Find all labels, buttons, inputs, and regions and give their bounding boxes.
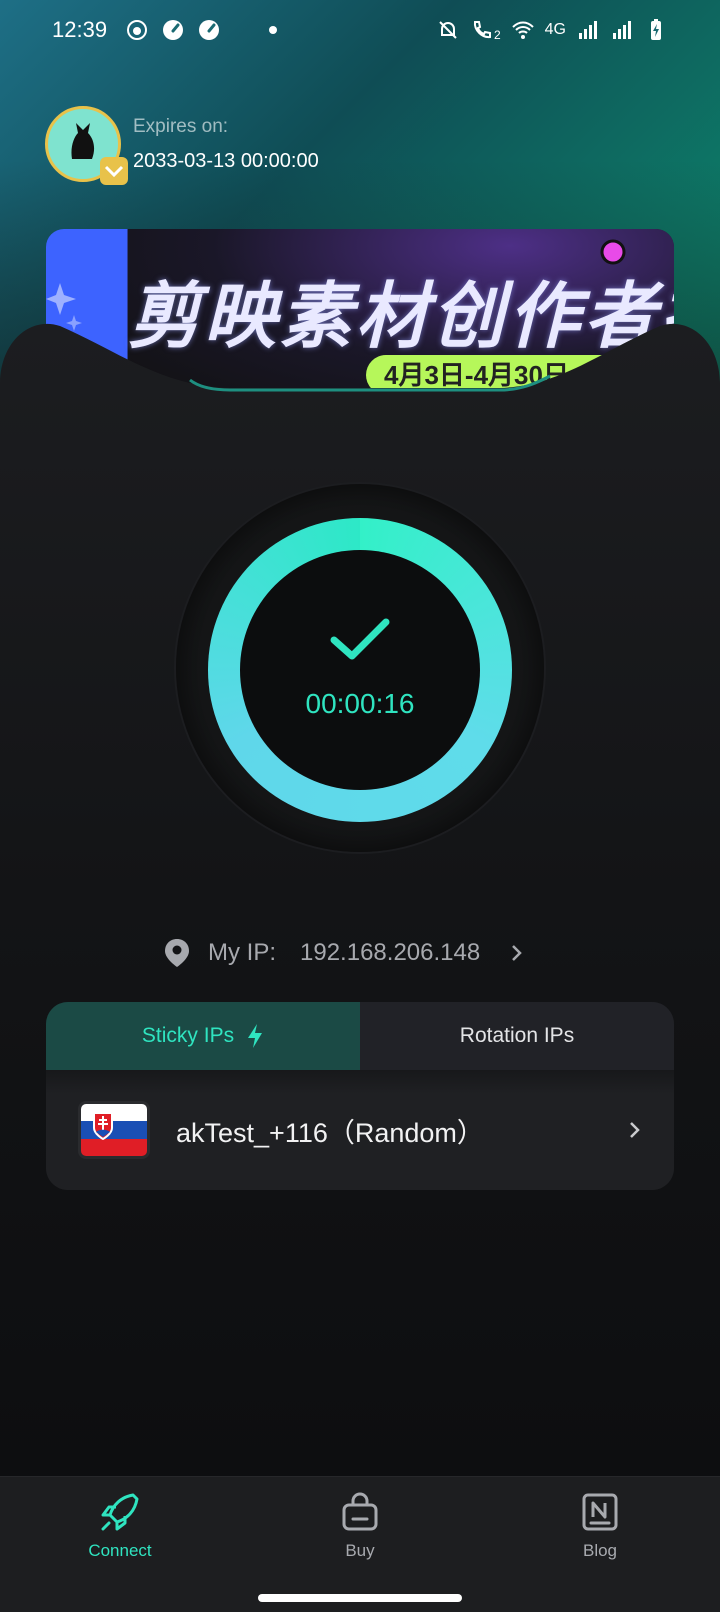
orbit-dot-icon <box>600 239 626 265</box>
signal-icon <box>579 21 597 39</box>
tab-sticky-ips-label: Sticky IPs <box>141 1024 235 1047</box>
call-wifi-icon <box>473 21 491 39</box>
shopping-bag-icon <box>342 1492 378 1531</box>
avatar[interactable] <box>45 106 128 185</box>
home-indicator[interactable] <box>258 1594 462 1602</box>
server-selector[interactable]: akTest_+116（Random） <box>46 1070 674 1190</box>
sim-badge: 2 <box>493 28 501 42</box>
battery-charging-icon <box>651 19 661 40</box>
nav-connect[interactable]: Connect <box>0 1477 240 1612</box>
location-pin-icon <box>165 939 189 967</box>
connection-timer: 00:00:16 <box>305 688 415 719</box>
ip-selection-panel: Sticky IPs Rotation IPs akTest_+116（Rand… <box>46 1002 674 1190</box>
expires-date: 2033-03-13 00:00:00 <box>133 149 319 172</box>
wifi-icon <box>511 21 534 39</box>
nav-buy-label: Buy <box>345 1541 375 1560</box>
chevron-right-icon <box>512 945 522 961</box>
my-ip-row[interactable]: My IP: 192.168.206.148 <box>164 938 524 968</box>
signal-icon-2 <box>613 21 631 39</box>
my-ip-label: My IP: <box>208 939 277 966</box>
network-type: 4G <box>544 21 566 38</box>
tab-rotation-ips-label: Rotation IPs <box>459 1024 575 1047</box>
nav-buy[interactable]: Buy <box>240 1477 480 1612</box>
ip-type-tabs: Sticky IPs Rotation IPs <box>46 1002 674 1070</box>
tab-rotation-ips[interactable]: Rotation IPs <box>360 1002 674 1070</box>
slovakia-flag-icon <box>78 1101 150 1159</box>
tab-sticky-ips[interactable]: Sticky IPs <box>46 1002 360 1070</box>
server-name: akTest_+116（Random） <box>176 1117 484 1148</box>
my-ip-value: 192.168.206.148 <box>300 939 481 966</box>
nav-connect-label: Connect <box>88 1541 152 1560</box>
lightning-icon <box>248 1024 263 1048</box>
notion-icon <box>582 1493 618 1531</box>
status-time: 12:39 <box>52 17 108 42</box>
expires-label: Expires on: <box>133 115 229 137</box>
nav-blog-label: Blog <box>582 1541 618 1560</box>
rocket-icon <box>101 1493 139 1531</box>
bottom-navigation: Connect Buy Blog <box>0 1476 720 1612</box>
app-notification-icon <box>127 20 148 40</box>
status-bar: 12:39 2 4G <box>0 0 720 60</box>
vpn-home-screen: { "status_bar": { "time": "12:39", "netw… <box>0 0 720 1612</box>
account-info[interactable]: Expires on: 2033-03-13 00:00:00 <box>45 106 319 185</box>
connect-button[interactable] <box>240 550 480 790</box>
vip-crown-icon <box>100 157 128 185</box>
speed-gauge-icon-2 <box>199 20 220 40</box>
chevron-right-icon <box>630 1122 640 1138</box>
notification-dot <box>269 26 278 34</box>
nav-blog[interactable]: Blog <box>480 1477 720 1612</box>
speed-gauge-icon <box>163 20 184 40</box>
bell-off-icon <box>439 21 457 39</box>
check-icon <box>330 618 390 660</box>
